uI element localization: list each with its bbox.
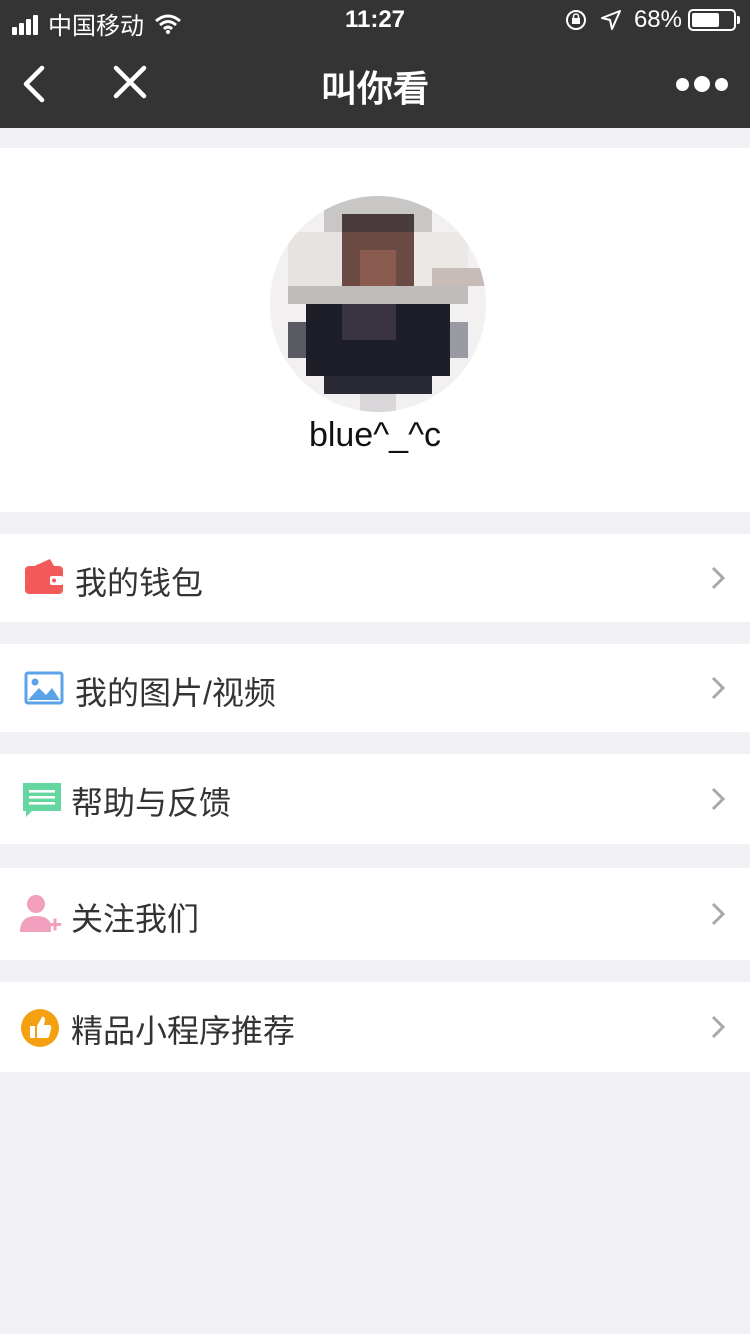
image-icon	[24, 671, 64, 705]
menu-item-follow-us[interactable]: 关注我们	[0, 868, 750, 960]
menu-item-help-feedback[interactable]: 帮助与反馈	[0, 754, 750, 844]
avatar[interactable]	[270, 196, 486, 412]
page-title: 叫你看	[320, 68, 429, 109]
chevron-right-icon	[711, 787, 726, 811]
add-user-icon	[20, 895, 61, 932]
chevron-right-icon	[711, 566, 726, 590]
profile-card: blue^_^c	[0, 148, 750, 512]
chevron-right-icon	[711, 676, 726, 700]
menu-item-label: 帮助与反馈	[71, 785, 232, 821]
menu-item-label: 关注我们	[71, 901, 200, 937]
rotation-lock-icon	[565, 10, 586, 30]
wallet-icon	[25, 559, 63, 594]
thumbs-up-icon	[21, 1009, 59, 1047]
chevron-right-icon	[711, 902, 726, 926]
battery-percent: 68%	[633, 6, 682, 33]
menu-item-recommended-mini-programs[interactable]: 精品小程序推荐	[0, 982, 750, 1072]
username: blue^_^c	[308, 416, 442, 454]
top-bar: 中国移动 11:27 68% 叫你看	[0, 0, 750, 128]
navigation-bar: 叫你看	[0, 40, 750, 128]
chat-icon	[23, 783, 61, 817]
menu-item-label: 我的图片/视频	[75, 675, 276, 711]
more-dot	[676, 77, 689, 91]
more-dot	[715, 77, 728, 91]
menu-item-label: 我的钱包	[75, 565, 204, 601]
menu-item-wallet[interactable]: 我的钱包	[0, 534, 750, 622]
chevron-right-icon	[711, 1015, 726, 1039]
battery-icon	[688, 9, 740, 31]
more-button[interactable]	[676, 70, 728, 98]
menu-item-media[interactable]: 我的图片/视频	[0, 644, 750, 732]
status-bar: 中国移动 11:27 68%	[0, 0, 750, 40]
more-dot	[694, 76, 710, 92]
pixelated-avatar-image	[270, 196, 486, 412]
menu-item-label: 精品小程序推荐	[71, 1013, 296, 1049]
location-icon	[600, 10, 621, 30]
